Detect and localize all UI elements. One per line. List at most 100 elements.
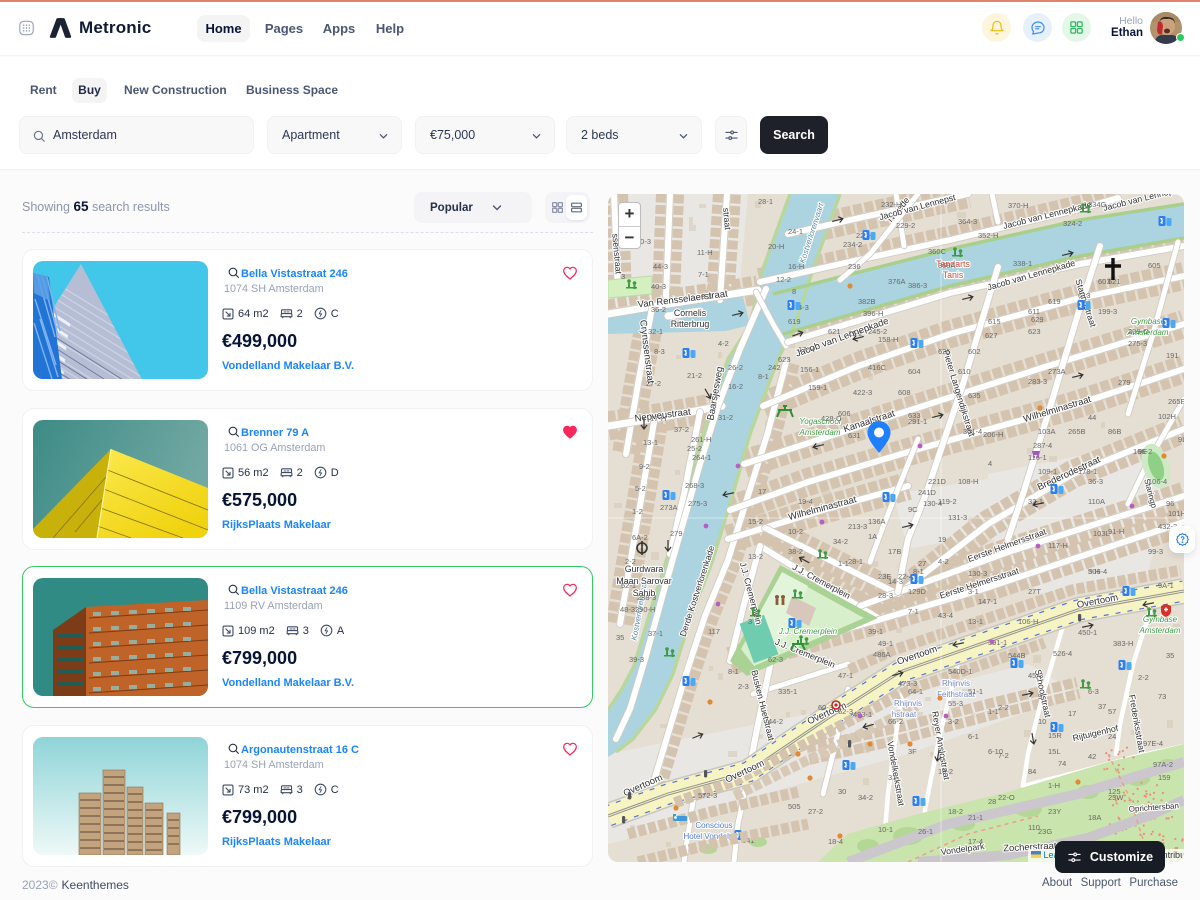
svg-text:15R: 15R: [1048, 731, 1062, 740]
svg-text:275-3: 275-3: [1128, 339, 1147, 348]
svg-text:32-1: 32-1: [648, 327, 663, 336]
svg-text:19: 19: [938, 535, 946, 544]
svg-text:10-2: 10-2: [788, 527, 803, 536]
svg-text:Tanis: Tanis: [943, 270, 964, 280]
svg-text:17-H: 17-H: [798, 345, 814, 354]
svg-text:23W: 23W: [1108, 793, 1124, 802]
svg-text:206-H: 206-H: [983, 430, 1003, 439]
svg-text:386-3: 386-3: [908, 281, 927, 290]
svg-text:27-2: 27-2: [646, 379, 661, 388]
svg-text:396-H: 396-H: [863, 309, 883, 318]
svg-text:2-3: 2-3: [738, 682, 749, 691]
svg-text:43-4: 43-4: [938, 611, 953, 620]
svg-text:493-1: 493-1: [853, 710, 872, 719]
svg-text:625: 625: [938, 347, 951, 356]
svg-text:540D-1: 540D-1: [948, 667, 973, 676]
svg-text:16-H: 16-H: [788, 262, 804, 271]
svg-text:3F: 3F: [908, 747, 917, 756]
svg-text:36-2: 36-2: [651, 305, 666, 314]
svg-text:236: 236: [848, 262, 861, 271]
svg-text:30: 30: [838, 787, 846, 796]
svg-text:57: 57: [1108, 707, 1116, 716]
svg-text:19-4: 19-4: [798, 497, 813, 506]
svg-text:Rhijnvis: Rhijnvis: [894, 699, 922, 708]
svg-text:191: 191: [1166, 351, 1179, 360]
svg-text:26-1: 26-1: [918, 827, 933, 836]
svg-text:74: 74: [1058, 759, 1066, 768]
svg-text:7-1: 7-1: [698, 270, 709, 279]
svg-text:Amsterdam: Amsterdam: [799, 428, 841, 437]
svg-text:631: 631: [848, 431, 861, 440]
svg-text:36-3: 36-3: [1088, 477, 1103, 486]
svg-text:213-3: 213-3: [848, 522, 867, 531]
svg-text:287-4: 287-4: [1033, 441, 1052, 450]
svg-text:178-1: 178-1: [1078, 467, 1097, 476]
svg-text:91-H: 91-H: [1108, 527, 1124, 536]
svg-text:129D: 129D: [908, 587, 927, 596]
svg-text:1-H: 1-H: [1048, 781, 1060, 790]
svg-text:291-1: 291-1: [908, 417, 927, 426]
svg-text:505: 505: [788, 802, 801, 811]
svg-text:241D: 241D: [918, 488, 937, 497]
svg-text:221D: 221D: [928, 477, 947, 486]
svg-text:64-1: 64-1: [908, 687, 923, 696]
svg-text:28-3: 28-3: [878, 591, 893, 600]
svg-text:4: 4: [988, 459, 992, 468]
svg-text:17: 17: [1068, 709, 1076, 718]
svg-text:635: 635: [968, 391, 981, 400]
svg-text:229-2: 229-2: [896, 221, 915, 230]
svg-text:62-3: 62-3: [768, 655, 783, 664]
svg-text:8-1: 8-1: [728, 667, 739, 676]
svg-text:39-1: 39-1: [868, 627, 883, 636]
svg-text:621: 621: [828, 327, 841, 336]
svg-text:2-2: 2-2: [625, 557, 636, 566]
svg-text:51-1: 51-1: [968, 687, 983, 696]
svg-text:486A: 486A: [873, 650, 891, 659]
svg-text:24-1: 24-1: [788, 227, 803, 236]
svg-text:73: 73: [1158, 692, 1166, 701]
svg-text:4-2: 4-2: [938, 557, 949, 566]
svg-text:301-4: 301-4: [963, 427, 982, 436]
svg-text:18A: 18A: [1088, 813, 1101, 822]
svg-text:623: 623: [1028, 327, 1041, 336]
svg-text:18-2: 18-2: [948, 807, 963, 816]
svg-text:283-3: 283-3: [1028, 377, 1047, 386]
svg-text:13-2: 13-2: [748, 552, 763, 561]
svg-text:1-1: 1-1: [988, 707, 999, 716]
svg-text:20-H: 20-H: [768, 242, 784, 251]
svg-text:35: 35: [616, 633, 624, 642]
svg-text:97A-2: 97A-2: [1153, 760, 1173, 769]
svg-text:99-3: 99-3: [1148, 547, 1163, 556]
svg-text:3: 3: [748, 617, 752, 626]
svg-text:6-1: 6-1: [968, 732, 979, 741]
svg-text:24: 24: [1108, 732, 1116, 741]
svg-text:15L: 15L: [1048, 747, 1061, 756]
svg-text:10-2: 10-2: [938, 767, 953, 776]
svg-text:9L: 9L: [1178, 435, 1184, 444]
svg-text:15-2: 15-2: [748, 517, 763, 526]
svg-text:103L: 103L: [1093, 529, 1110, 538]
svg-text:26-2: 26-2: [728, 363, 743, 372]
svg-text:21-2: 21-2: [687, 371, 702, 380]
svg-text:39-3: 39-3: [629, 655, 644, 664]
svg-text:376A: 376A: [888, 277, 906, 286]
svg-text:1-2: 1-2: [632, 507, 643, 516]
svg-text:338-1: 338-1: [1013, 259, 1032, 268]
svg-text:17: 17: [758, 487, 766, 496]
svg-text:9E: 9E: [1138, 447, 1147, 456]
svg-text:8-1: 8-1: [758, 372, 769, 381]
svg-text:13-1: 13-1: [643, 438, 658, 447]
svg-text:31-2: 31-2: [718, 413, 733, 422]
svg-text:Gymbase: Gymbase: [1131, 317, 1166, 326]
svg-text:6A-2: 6A-2: [632, 533, 648, 542]
svg-text:108-H: 108-H: [958, 477, 978, 486]
svg-text:288-3: 288-3: [637, 593, 656, 602]
svg-text:268-3: 268-3: [685, 481, 704, 490]
svg-text:60-3: 60-3: [818, 703, 833, 712]
svg-text:147-1: 147-1: [978, 597, 997, 606]
svg-text:603: 603: [1098, 277, 1111, 286]
svg-text:209-O: 209-O: [1128, 327, 1149, 336]
svg-text:619: 619: [1048, 297, 1061, 306]
svg-text:334G: 334G: [1088, 200, 1107, 209]
svg-text:1A: 1A: [868, 532, 877, 541]
